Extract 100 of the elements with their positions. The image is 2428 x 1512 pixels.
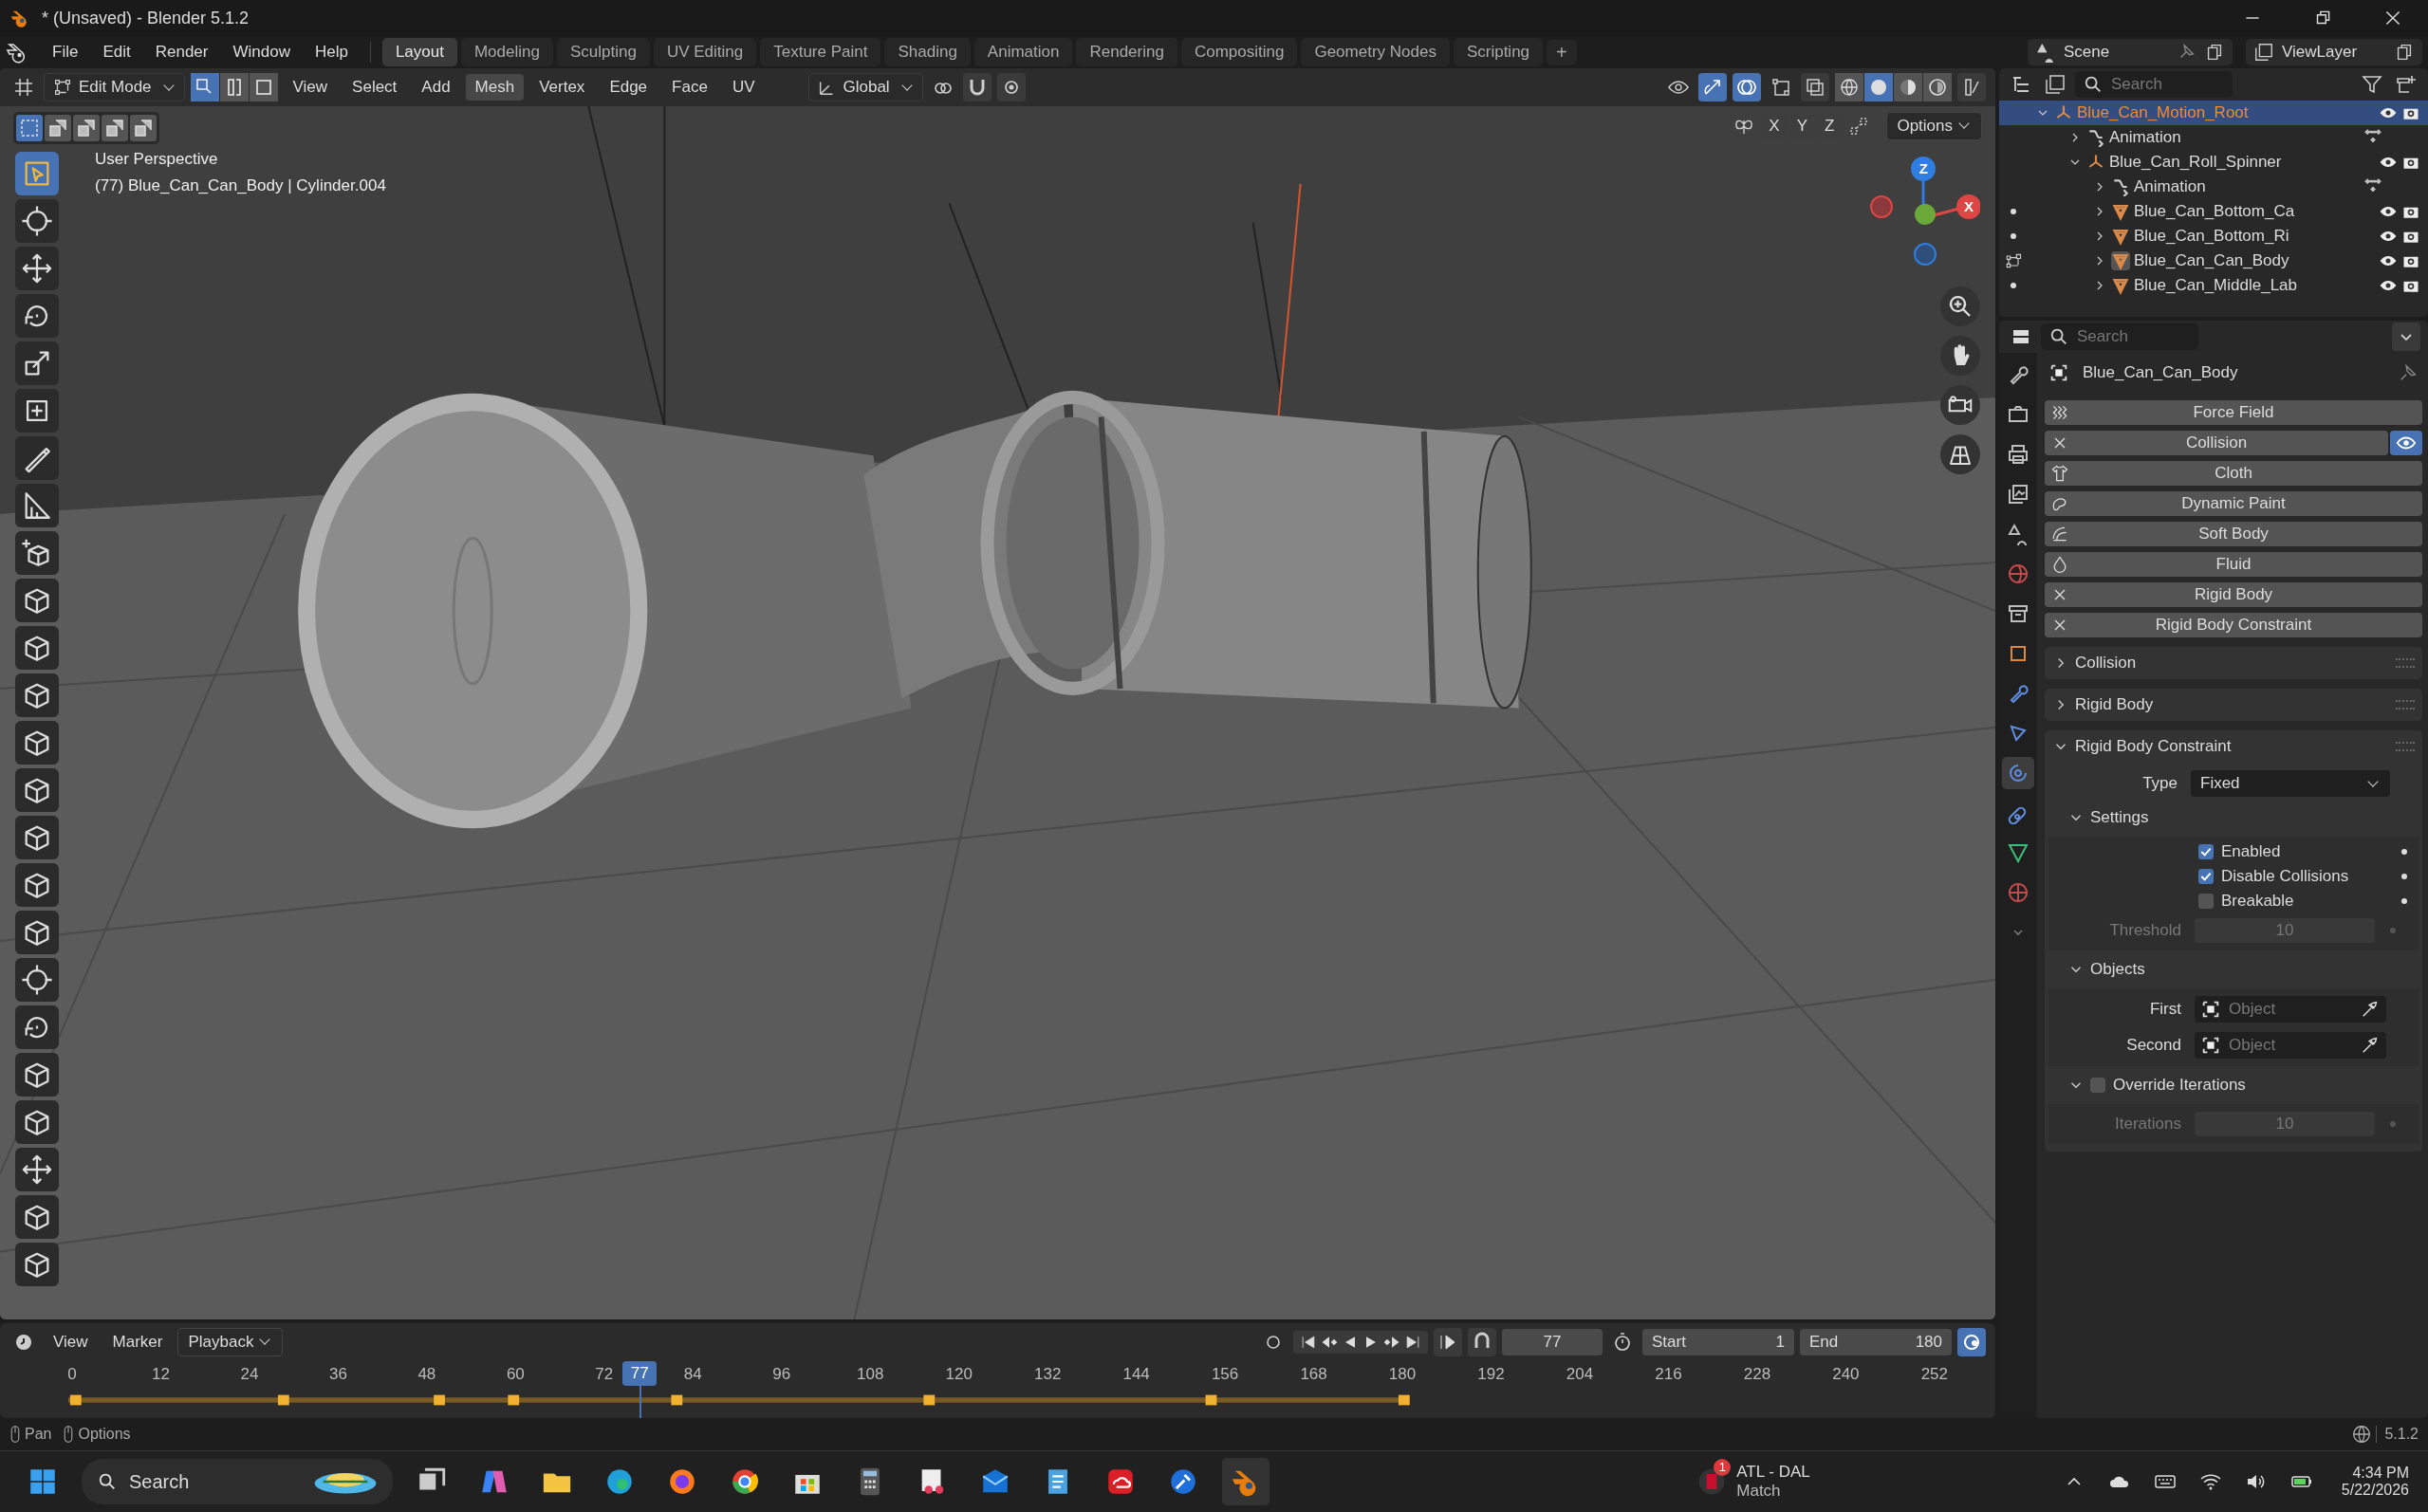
subpanel-header[interactable]: Settings: [2045, 804, 2422, 831]
playhead-frame[interactable]: 77: [622, 1361, 658, 1386]
add-workspace-button[interactable]: +: [1547, 39, 1577, 65]
snap-icon[interactable]: [1468, 1328, 1496, 1356]
move-arrows-icon[interactable]: [15, 247, 59, 290]
face-select-icon[interactable]: [249, 73, 278, 101]
orbit-icon[interactable]: [2002, 757, 2034, 789]
cloth-button[interactable]: Cloth: [2045, 461, 2422, 486]
selection-mode-icon[interactable]: [73, 115, 100, 141]
keyframe-dot-icon[interactable]: [2400, 847, 2409, 857]
jump-keyframe-icon[interactable]: [1434, 1328, 1462, 1356]
workspace-tab[interactable]: Sculpting: [556, 38, 650, 66]
start-frame-field[interactable]: Start 1: [1642, 1329, 1794, 1355]
mode-dropdown[interactable]: Edit Mode: [44, 73, 185, 101]
blender-app-icon[interactable]: [1222, 1458, 1270, 1505]
outliner-row[interactable]: Blue_Can_Roll_Spinner: [1999, 150, 2428, 175]
pin-icon[interactable]: [2398, 362, 2419, 383]
keyframe-dot-icon[interactable]: [2400, 896, 2409, 906]
viewport-menu-item[interactable]: Select: [343, 74, 407, 101]
cube-icon[interactable]: [15, 911, 59, 954]
panel-header[interactable]: Collision: [2045, 647, 2422, 679]
timeline-menu-item[interactable]: View: [44, 1329, 98, 1355]
checkbox[interactable]: Breakable: [2198, 892, 2294, 911]
brush-toggle-icon[interactable]: [1957, 73, 1986, 101]
eye-toggle-icon[interactable]: [2390, 431, 2422, 455]
viewport-menu-item[interactable]: Face: [662, 74, 717, 101]
outliner-row[interactable]: Blue_Can_Bottom_Ca: [1999, 199, 2428, 224]
collision-button[interactable]: Collision: [2045, 431, 2388, 455]
menu-item[interactable]: Edit: [92, 39, 141, 65]
xray-icon[interactable]: [1801, 73, 1829, 101]
viewport-menu-item[interactable]: UV: [722, 74, 765, 101]
end-frame-field[interactable]: End 180: [1800, 1329, 1952, 1355]
viewport-menu-item[interactable]: Add: [412, 74, 460, 101]
soft-body-button[interactable]: Soft Body: [2045, 522, 2422, 546]
viewport-menu-item[interactable]: Vertex: [529, 74, 595, 101]
rigid-body-constraint-button[interactable]: Rigid Body Constraint: [2045, 613, 2422, 637]
magnet-icon[interactable]: [962, 73, 992, 101]
viewport-menu-item[interactable]: Edge: [600, 74, 658, 101]
timeline-dropdown[interactable]: Playback: [177, 1328, 284, 1356]
viewport-menu-item[interactable]: View: [283, 74, 338, 101]
rotate-icon[interactable]: [15, 1005, 59, 1049]
add-cube-icon[interactable]: [15, 531, 59, 575]
object-field[interactable]: Object: [2195, 1032, 2386, 1059]
rigid-body-button[interactable]: Rigid Body: [2045, 582, 2422, 607]
ruler-icon[interactable]: [15, 484, 59, 527]
proportional-edit-icon[interactable]: [996, 73, 1026, 101]
workspace-tab[interactable]: Geometry Nodes: [1301, 38, 1450, 66]
rotate-icon[interactable]: [15, 294, 59, 338]
pencil-icon[interactable]: [15, 436, 59, 480]
cube-icon[interactable]: [15, 673, 59, 717]
panel-header[interactable]: Rigid Body: [2045, 689, 2422, 721]
search-field[interactable]: Search: [2075, 71, 2233, 98]
timeline-menu-item[interactable]: Marker: [102, 1329, 173, 1355]
subpanel-header[interactable]: Objects: [2045, 956, 2422, 983]
gizmo-toggle-icon[interactable]: [1698, 73, 1727, 101]
outliner-row[interactable]: Blue_Can_Can_Body: [1999, 249, 2428, 273]
viewport-menu-item[interactable]: Mesh: [465, 74, 525, 101]
chevron-down-icon[interactable]: [2392, 323, 2420, 351]
selection-mode-icon[interactable]: [45, 115, 71, 141]
type-dropdown[interactable]: Fixed: [2191, 770, 2390, 797]
keying-icon[interactable]: [1957, 1328, 1986, 1356]
cursor-icon[interactable]: [15, 199, 59, 243]
workspace-tab[interactable]: Animation: [973, 38, 1073, 66]
workspace-tab[interactable]: Scripting: [1453, 38, 1544, 66]
checkbox[interactable]: Override Iterations: [2090, 1076, 2246, 1095]
menu-item[interactable]: File: [42, 39, 89, 65]
clock[interactable]: 4:34 PM 5/22/2026: [2341, 1465, 2409, 1499]
workspace-tab[interactable]: Rendering: [1076, 38, 1177, 66]
move-arrows-icon[interactable]: [15, 1148, 59, 1191]
view-layer-selector[interactable]: ViewLayer: [2246, 39, 2422, 65]
object-field[interactable]: Object: [2195, 996, 2386, 1023]
dynamic-paint-button[interactable]: Dynamic Paint: [2045, 491, 2422, 516]
checkbox[interactable]: Enabled: [2198, 842, 2281, 861]
workspace-tab[interactable]: Shading: [884, 38, 971, 66]
cube-icon[interactable]: [15, 626, 59, 670]
scene-selector[interactable]: Scene: [2028, 39, 2233, 65]
workspace-tab[interactable]: Layout: [381, 38, 457, 66]
cube-icon[interactable]: [15, 1053, 59, 1097]
cube-icon[interactable]: [15, 1195, 59, 1239]
edge-select-icon[interactable]: [219, 73, 249, 101]
cube-icon[interactable]: [15, 721, 59, 765]
workspace-tab[interactable]: Compositing: [1180, 38, 1298, 66]
workspace-tab[interactable]: UV Editing: [653, 38, 757, 66]
cube-icon[interactable]: [15, 1100, 59, 1144]
cube-icon[interactable]: [15, 816, 59, 859]
outliner-row[interactable]: Animation: [1999, 175, 2428, 199]
cube-icon[interactable]: [15, 863, 59, 907]
overlays-icon[interactable]: [1733, 73, 1761, 101]
selection-mode-icon[interactable]: [16, 115, 43, 141]
selection-mode-icon[interactable]: [130, 115, 157, 141]
scale-icon[interactable]: [15, 341, 59, 385]
outliner-row[interactable]: Animation: [1999, 125, 2428, 150]
options-dropdown[interactable]: Options: [1886, 112, 1982, 140]
keyframe-dot-icon[interactable]: [2388, 926, 2398, 935]
keyframe-dot-icon[interactable]: [2388, 1119, 2398, 1129]
search-field[interactable]: Search: [2041, 323, 2198, 350]
outliner-row[interactable]: Blue_Can_Bottom_Ri: [1999, 224, 2428, 249]
current-frame-field[interactable]: 77: [1502, 1329, 1603, 1355]
fluid-button[interactable]: Fluid: [2045, 552, 2422, 577]
keyframe-dot-icon[interactable]: [2400, 872, 2409, 881]
